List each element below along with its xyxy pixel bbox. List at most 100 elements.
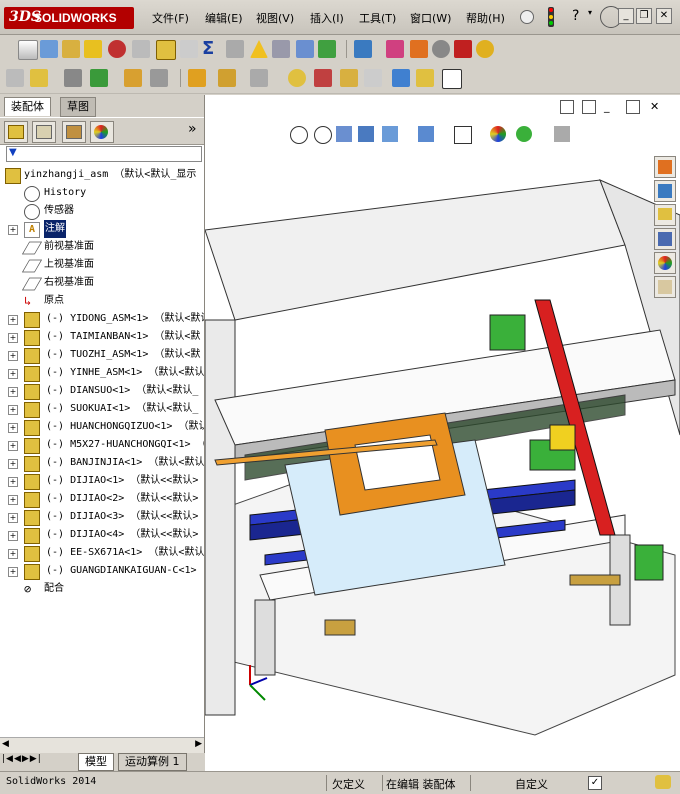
tree-root[interactable]: yinzhangji_asm （默认<默认_显示 xyxy=(0,166,204,184)
resources-icon[interactable] xyxy=(654,156,676,178)
warning-icon[interactable] xyxy=(250,40,268,58)
new-part-icon[interactable] xyxy=(30,69,48,87)
doc-minimize-icon[interactable]: _ xyxy=(604,100,610,113)
expand-icon[interactable]: + xyxy=(8,351,18,361)
zoom-to-fit-icon[interactable] xyxy=(290,126,308,144)
assembly-features-icon[interactable] xyxy=(314,69,332,87)
expand-chevron-icon[interactable]: » xyxy=(188,121,197,137)
help-icon[interactable]: ? xyxy=(572,8,579,24)
smart-fasteners-icon[interactable] xyxy=(188,69,206,87)
doc-restore-icon[interactable] xyxy=(626,100,640,114)
tree-sensors[interactable]: 传感器 xyxy=(0,202,204,220)
tree-front-plane[interactable]: 前视基准面 xyxy=(0,238,204,256)
doc-close-icon[interactable]: ✕ xyxy=(650,100,659,113)
reference-geometry-icon[interactable] xyxy=(250,69,268,87)
interference-icon[interactable] xyxy=(40,40,58,58)
tree-history[interactable]: History xyxy=(0,184,204,202)
tree-component[interactable]: + (-) HUANCHONGQIZUO<1> （默认 xyxy=(0,418,204,436)
expand-icon[interactable]: + xyxy=(8,387,18,397)
expand-icon[interactable]: + xyxy=(8,405,18,415)
minimize-button[interactable]: _ xyxy=(618,8,634,24)
scroll-right-icon[interactable]: ▶ xyxy=(195,739,202,749)
tab-nav-arrows-icon[interactable]: |◀◀▶▶| xyxy=(2,754,42,764)
feature-manager-tab[interactable] xyxy=(4,121,28,143)
edit-appearance-icon[interactable] xyxy=(490,126,506,142)
expand-icon[interactable]: + xyxy=(8,513,18,523)
close-button[interactable]: ✕ xyxy=(656,8,672,24)
performance-icon[interactable] xyxy=(108,40,126,58)
tree-origin[interactable]: ↳ 原点 xyxy=(0,292,204,310)
status-check-icon[interactable]: ✓ xyxy=(588,776,602,790)
tree-component[interactable]: + (-) DIANSUO<1> （默认<默认_ xyxy=(0,382,204,400)
custom-properties-icon[interactable] xyxy=(654,276,676,298)
tree-annotations[interactable]: + A 注解 xyxy=(0,220,204,238)
large-assembly-icon[interactable] xyxy=(416,69,434,87)
horizontal-scrollbar[interactable]: ◀ ▶ xyxy=(0,737,204,754)
spell-check-icon[interactable] xyxy=(18,40,38,60)
insert-component-icon[interactable] xyxy=(6,69,24,87)
red-square-icon[interactable] xyxy=(454,40,472,58)
menu-insert[interactable]: 插入(I) xyxy=(310,10,344,26)
menu-view[interactable]: 视图(V) xyxy=(256,10,294,26)
import-icon[interactable] xyxy=(354,40,372,58)
configuration-manager-tab[interactable] xyxy=(62,121,86,143)
measure-icon[interactable] xyxy=(226,40,244,58)
expand-icon[interactable]: + xyxy=(8,459,18,469)
scroll-left-icon[interactable]: ◀ xyxy=(2,739,9,749)
rotate-component-icon[interactable] xyxy=(150,69,168,87)
rebuild-check-icon[interactable] xyxy=(432,40,450,58)
traffic-light-icon[interactable] xyxy=(548,7,554,27)
tree-component[interactable]: + (-) DIJIAO<2> （默认<<默认> xyxy=(0,490,204,508)
expand-icon[interactable]: + xyxy=(8,369,18,379)
help-dropdown-icon[interactable]: ▾ xyxy=(588,8,592,17)
expand-icon[interactable]: + xyxy=(8,315,18,325)
view-palette-icon[interactable] xyxy=(654,228,676,250)
expand-icon[interactable]: + xyxy=(8,531,18,541)
pin-icon[interactable] xyxy=(520,10,534,24)
tree-component[interactable]: + (-) M5X27-HUANCHONGQI<1> （ xyxy=(0,436,204,454)
apply-scene-icon[interactable] xyxy=(516,126,532,142)
menu-edit[interactable]: 编辑(E) xyxy=(205,10,243,26)
costing-icon[interactable] xyxy=(410,40,428,58)
tab-sketch[interactable]: 草图 xyxy=(60,97,96,117)
expand-icon[interactable]: + xyxy=(8,495,18,505)
simulation-icon[interactable] xyxy=(386,40,404,58)
move-component-icon[interactable] xyxy=(124,69,142,87)
render-icon[interactable] xyxy=(476,40,494,58)
tree-top-plane[interactable]: 上视基准面 xyxy=(0,256,204,274)
mass-properties-icon[interactable] xyxy=(62,40,80,58)
display-style-icon[interactable] xyxy=(418,126,434,142)
tab-assembly[interactable]: 装配体 xyxy=(4,97,51,116)
previous-view-icon[interactable] xyxy=(336,126,352,142)
restore-button[interactable]: ❐ xyxy=(636,8,652,24)
file-explorer-icon[interactable] xyxy=(654,204,676,226)
tree-component[interactable]: + (-) GUANGDIANKAIGUAN-C<1> xyxy=(0,562,204,580)
hide-show-icon[interactable] xyxy=(340,69,358,87)
bill-of-materials-icon[interactable] xyxy=(288,69,306,87)
align-icon[interactable] xyxy=(272,40,290,58)
view-orientation-icon[interactable] xyxy=(382,126,398,142)
macro-icon[interactable] xyxy=(318,40,336,58)
tree-component[interactable]: + (-) DIJIAO<3> （默认<<默认> xyxy=(0,508,204,526)
design-library-icon[interactable] xyxy=(654,180,676,202)
tree-component[interactable]: + (-) YIDONG_ASM<1> （默认<默认 xyxy=(0,310,204,328)
menu-help[interactable]: 帮助(H) xyxy=(466,10,505,26)
tree-component[interactable]: + (-) EE-SX671A<1> （默认<默认 xyxy=(0,544,204,562)
menu-file[interactable]: 文件(F) xyxy=(152,10,189,26)
hide-show-items-icon[interactable] xyxy=(454,126,472,144)
tree-component[interactable]: + (-) DIJIAO<4> （默认<<默认> xyxy=(0,526,204,544)
section-icon[interactable] xyxy=(84,40,102,58)
tag-icon[interactable] xyxy=(655,775,671,789)
expand-icon[interactable]: + xyxy=(8,423,18,433)
filter-icon[interactable]: ▼ xyxy=(9,147,17,158)
section-view-icon[interactable] xyxy=(358,126,374,142)
expand-icon[interactable]: + xyxy=(8,549,18,559)
tree-component[interactable]: + (-) BANJINJIA<1> （默认<默认_ xyxy=(0,454,204,472)
expand-icon[interactable]: + xyxy=(8,225,18,235)
tree-mates[interactable]: ⊘ 配合 xyxy=(0,580,204,598)
tree-filter[interactable]: ▼ xyxy=(6,146,202,162)
display-manager-tab[interactable] xyxy=(90,121,114,143)
appearances-icon[interactable] xyxy=(654,252,676,274)
tree-right-plane[interactable]: 右视基准面 xyxy=(0,274,204,292)
solidworks-logo[interactable]: 3DS SOLIDWORKS xyxy=(4,7,134,29)
